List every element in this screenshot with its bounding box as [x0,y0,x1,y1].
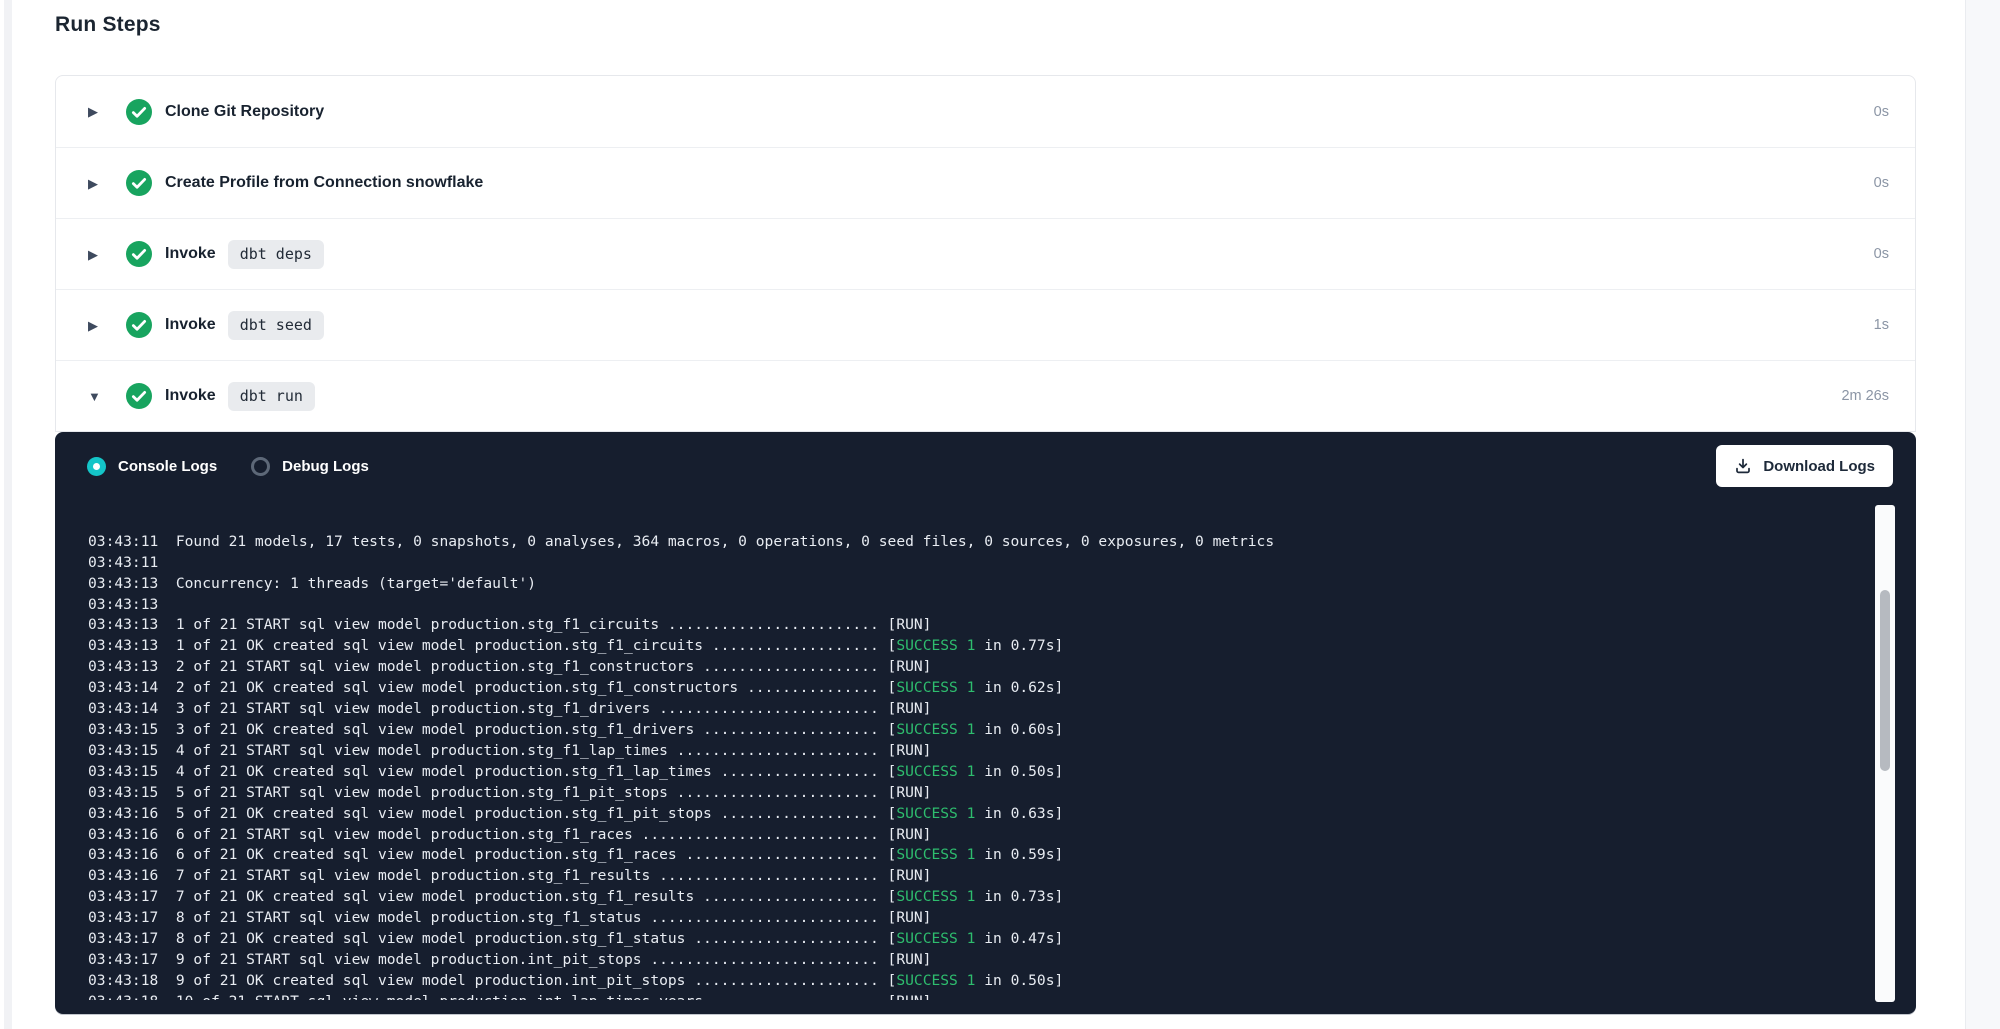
step-row[interactable]: ▼ Invoke dbt run 2m 26s [56,360,1915,431]
log-line: 03:43:14 2 of 21 OK created sql view mod… [88,678,1866,699]
step-label: Create Profile from Connection snowflake [165,174,483,192]
log-success-status: SUCCESS 1 [896,972,975,989]
log-line: 03:43:15 3 of 21 OK created sql view mod… [88,720,1866,741]
step-duration: 1s [1874,317,1889,333]
log-scrollbar[interactable] [1875,505,1895,1002]
step-command-badge: dbt seed [228,311,324,340]
step-duration: 2m 26s [1841,388,1889,404]
radio-selected-icon [87,457,106,476]
log-success-status: SUCCESS 1 [896,930,975,947]
log-line: 03:43:13 Concurrency: 1 threads (target=… [88,574,1866,595]
step-label: Invoke [165,245,216,263]
log-line: 03:43:15 5 of 21 START sql view model pr… [88,783,1866,804]
success-check-icon [126,383,152,409]
log-success-status: SUCCESS 1 [896,805,975,822]
success-check-icon [126,99,152,125]
step-duration: 0s [1874,175,1889,191]
log-line: 03:43:13 1 of 21 START sql view model pr… [88,615,1866,636]
debug-logs-radio[interactable]: Debug Logs [251,457,369,476]
log-line: 03:43:18 9 of 21 OK created sql view mod… [88,971,1866,992]
chevron-right-icon[interactable]: ▶ [88,319,106,332]
step-command-badge: dbt deps [228,240,324,269]
log-panel: Console Logs Debug Logs Download Logs 03… [55,432,1916,1014]
log-line: 03:43:17 8 of 21 START sql view model pr… [88,908,1866,929]
download-icon [1734,457,1752,475]
log-line: 03:43:18 10 of 21 START sql view model p… [88,992,1866,1000]
log-success-status: SUCCESS 1 [896,846,975,863]
chevron-right-icon[interactable]: ▶ [88,248,106,261]
log-line: 03:43:17 9 of 21 START sql view model pr… [88,950,1866,971]
console-log-output: 03:43:11 Found 21 models, 17 tests, 0 sn… [88,500,1866,1000]
download-logs-button[interactable]: Download Logs [1716,445,1893,487]
step-row[interactable]: ▶ Create Profile from Connection snowfla… [56,147,1915,218]
console-logs-radio[interactable]: Console Logs [87,457,217,476]
step-row[interactable]: ▶ Invoke dbt deps 0s [56,218,1915,289]
log-line: 03:43:16 6 of 21 OK created sql view mod… [88,845,1866,866]
log-line: 03:43:11 [88,553,1866,574]
step-duration: 0s [1874,104,1889,120]
log-success-status: SUCCESS 1 [896,679,975,696]
step-label: Clone Git Repository [165,103,324,121]
log-line: 03:43:13 2 of 21 START sql view model pr… [88,657,1866,678]
log-line: 03:43:16 7 of 21 START sql view model pr… [88,866,1866,887]
log-line: 03:43:15 4 of 21 START sql view model pr… [88,741,1866,762]
log-scrollbar-thumb[interactable] [1880,590,1890,771]
right-side-rail [1965,0,2000,1029]
download-logs-label: Download Logs [1763,458,1875,475]
step-row[interactable]: ▶ Clone Git Repository 0s [56,76,1915,147]
log-line: 03:43:13 1 of 21 OK created sql view mod… [88,636,1866,657]
log-line: 03:43:17 7 of 21 OK created sql view mod… [88,887,1866,908]
log-line: 03:43:16 5 of 21 OK created sql view mod… [88,804,1866,825]
chevron-down-icon[interactable]: ▼ [88,390,106,403]
step-label: Invoke [165,316,216,334]
chevron-right-icon[interactable]: ▶ [88,177,106,190]
log-success-status: SUCCESS 1 [896,721,975,738]
log-panel-header: Console Logs Debug Logs Download Logs [55,432,1916,500]
step-label: Invoke [165,387,216,405]
log-line: 03:43:11 Found 21 models, 17 tests, 0 sn… [88,532,1866,553]
debug-logs-label: Debug Logs [282,458,369,475]
success-check-icon [126,241,152,267]
log-line: 03:43:17 8 of 21 OK created sql view mod… [88,929,1866,950]
success-check-icon [126,312,152,338]
log-line: 03:43:14 3 of 21 START sql view model pr… [88,699,1866,720]
page-title: Run Steps [55,13,161,37]
left-scroll-gutter [4,0,12,1029]
run-steps-list: ▶ Clone Git Repository0s▶ Create Profile… [55,75,1916,432]
log-success-status: SUCCESS 1 [896,763,975,780]
step-row[interactable]: ▶ Invoke dbt seed 1s [56,289,1915,360]
log-success-status: SUCCESS 1 [896,888,975,905]
log-line: 03:43:13 [88,595,1866,616]
step-command-badge: dbt run [228,382,315,411]
radio-unselected-icon [251,457,270,476]
log-line: 03:43:15 4 of 21 OK created sql view mod… [88,762,1866,783]
console-logs-label: Console Logs [118,458,217,475]
step-duration: 0s [1874,246,1889,262]
log-success-status: SUCCESS 1 [896,637,975,654]
log-line: 03:43:16 6 of 21 START sql view model pr… [88,825,1866,846]
chevron-right-icon[interactable]: ▶ [88,105,106,118]
success-check-icon [126,170,152,196]
